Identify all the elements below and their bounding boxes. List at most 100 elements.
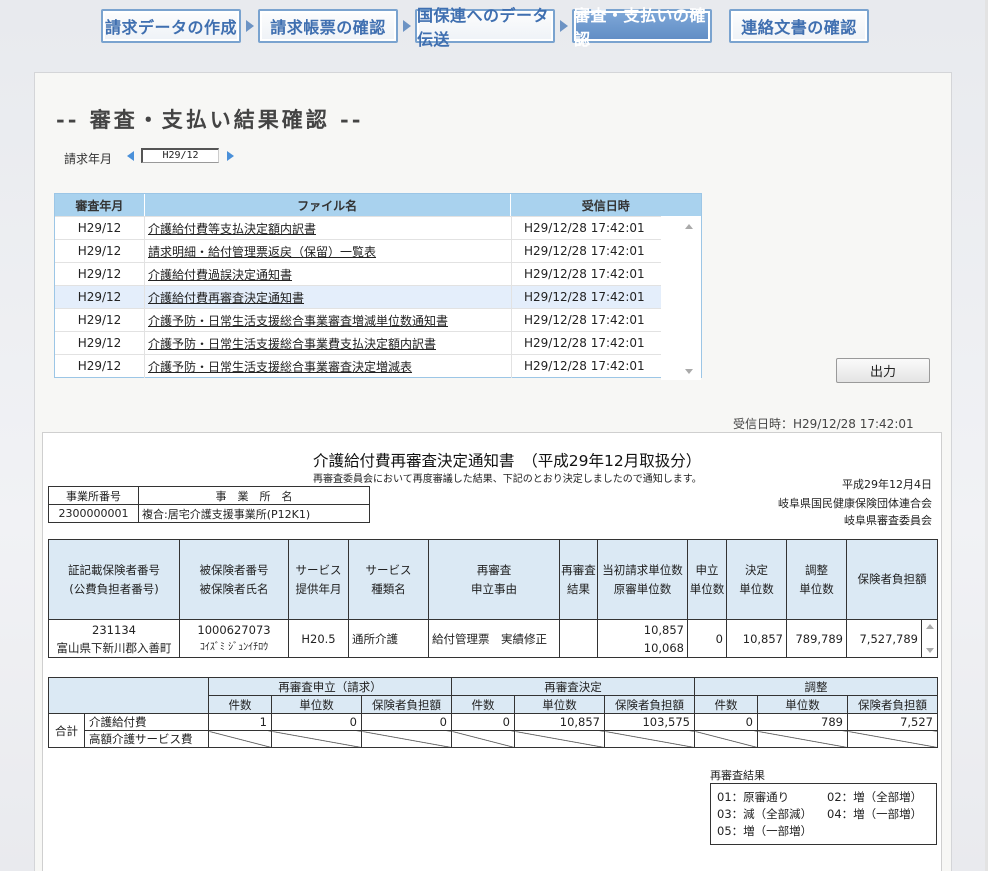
cell-insurer-burden: 7,527,789: [846, 619, 922, 658]
header-adjust-units: 調整 単位数: [786, 539, 847, 620]
review-detail-table: 証記載保険者番号 (公費負担者番号) 被保険者番号 被保険者氏名 サービス 提供年月 …: [48, 539, 938, 658]
header-insurer-line2: (公費負担者番号): [69, 581, 159, 596]
office-number-header: 事業所番号: [48, 486, 139, 505]
nav-review-payment[interactable]: 審査・支払いの確認: [572, 6, 712, 49]
file-link[interactable]: 介護予防・日常生活支援総合事業審査増減単位数通知書: [148, 312, 448, 329]
row-file-name[interactable]: 請求明細・給付管理票返戻（保留）一覧表: [145, 239, 512, 263]
cell-service-type: 通所介護: [348, 619, 429, 658]
summary-value: 7,527: [847, 713, 938, 731]
nav-check-notices[interactable]: 連絡文書の確認: [729, 9, 869, 43]
header-claim-units-line1: 申立: [695, 562, 719, 577]
table-row[interactable]: H29/12 介護予防・日常生活支援総合事業審査増減単位数通知書 H29/12/…: [55, 308, 701, 332]
summary-sub-count: 件数: [208, 695, 272, 714]
cell-adjust-units: 789,789: [786, 619, 847, 658]
legend-item: 05：増（一部増）: [717, 824, 813, 838]
summary-group-decision: 再審査決定: [451, 677, 695, 696]
detail-row[interactable]: 231134 富山県下新川郡入善町 1000627073 ｺｲｽﾞﾐ ｼﾞｭﾝｲﾁﾛ…: [48, 619, 938, 658]
summary-sub-count: 件数: [694, 695, 758, 714]
cell-initial-units: 10,857 10,068: [597, 619, 688, 658]
document-subtitle: 再審査委員会において再度審議した結果、下記のとおり決定しましたので通知します。: [313, 474, 702, 485]
table-row[interactable]: H29/12 介護給付費等支払決定額内訳書 H29/12/28 17:42:01: [55, 216, 701, 240]
header-service-month: サービス 提供年月: [288, 539, 349, 620]
office-number: 2300000001: [48, 504, 139, 523]
nav-data-transmission[interactable]: 国保連へのデータ伝送: [415, 6, 555, 49]
summary-sub-burden: 保険者負担額: [604, 695, 695, 714]
summary-row-high-cost: 高額介護サービス費: [49, 730, 938, 748]
row-received: H29/12/28 17:42:01: [512, 331, 662, 355]
empty-cell-slash: [604, 730, 695, 748]
row-review-month: H29/12: [55, 239, 145, 263]
scroll-down-icon[interactable]: [926, 648, 934, 653]
legend-item: 02：増（全部増）: [827, 790, 923, 804]
table-row[interactable]: H29/12 介護給付費過誤決定通知書 H29/12/28 17:42:01: [55, 262, 701, 286]
row-received: H29/12/28 17:42:01: [512, 216, 662, 240]
column-header-file-name: ファイル名: [145, 194, 511, 216]
file-link[interactable]: 請求明細・給付管理票返戻（保留）一覧表: [148, 243, 376, 260]
header-decided-units-line2: 単位数: [739, 581, 774, 596]
year-month-field[interactable]: H29/12: [141, 148, 219, 163]
header-initial-units-line1: 当初請求単位数: [602, 562, 683, 577]
insurer-name: 富山県下新川郡入善町: [56, 640, 172, 655]
header-claim-units: 申立 単位数: [687, 539, 727, 620]
document-title: 介護給付費再審査決定通知書 （平成29年12月取扱分）: [313, 452, 702, 470]
file-list-table: 審査年月 ファイル名 受信日時 H29/12 介護給付費等支払決定額内訳書 H2…: [54, 193, 702, 380]
empty-cell-slash: [514, 730, 605, 748]
previous-month-icon[interactable]: [127, 151, 134, 161]
next-month-icon[interactable]: [227, 151, 234, 161]
summary-sub-units: 単位数: [757, 695, 848, 714]
header-adjust-units-line1: 調整: [805, 562, 828, 577]
summary-value: 789: [757, 713, 848, 731]
cell-result: [559, 619, 598, 658]
header-reason-line1: 再審査: [476, 562, 512, 577]
row-review-month: H29/12: [55, 285, 145, 309]
scroll-down-icon[interactable]: [685, 369, 693, 374]
column-header-received: 受信日時: [581, 198, 630, 213]
header-insured: 被保険者番号 被保険者氏名: [179, 539, 289, 620]
table-row[interactable]: H29/12 介護予防・日常生活支援総合事業費支払決定額内訳書 H29/12/2…: [55, 331, 701, 355]
legend-item: 01：原審通り: [717, 790, 790, 804]
summary-table: 再審査申立（請求） 再審査決定 調整 件数 単位数 保険者負担額 件数 単位数 …: [48, 677, 938, 748]
nav-arrow-icon: [241, 20, 258, 32]
column-header-review-month: 審査年月: [55, 194, 145, 216]
summary-value: 10,857: [514, 713, 605, 731]
table-row[interactable]: H29/12 請求明細・給付管理票返戻（保留）一覧表 H29/12/28 17:…: [55, 239, 701, 263]
header-service-type-line1: サービス: [365, 562, 412, 577]
row-file-name[interactable]: 介護予防・日常生活支援総合事業費支払決定額内訳書: [145, 331, 512, 355]
file-list-header: 審査年月 ファイル名 受信日時: [55, 194, 701, 216]
year-month-label: 請求年月: [64, 152, 113, 166]
table-row-selected[interactable]: H29/12 介護給付費再審査決定通知書 H29/12/28 17:42:01: [55, 285, 701, 309]
table-row[interactable]: H29/12 介護予防・日常生活支援総合事業審査決定増減表 H29/12/28 …: [55, 354, 701, 378]
cell-insured: 1000627073 ｺｲｽﾞﾐ ｼﾞｭﾝｲﾁﾛｳ: [179, 619, 289, 658]
header-insured-line1: 被保険者番号: [199, 562, 269, 577]
summary-sub-units: 単位数: [514, 695, 605, 714]
output-button[interactable]: 出力: [836, 358, 930, 383]
nav-arrow-icon: [398, 20, 415, 32]
nav-check-billing-forms[interactable]: 請求帳票の確認: [258, 9, 398, 43]
empty-cell-slash: [271, 730, 362, 748]
row-file-name[interactable]: 介護給付費過誤決定通知書: [145, 262, 512, 286]
workflow-nav: 請求データの作成 請求帳票の確認 国保連へのデータ伝送 審査・支払いの確認 連絡…: [101, 6, 869, 49]
summary-value: 0: [694, 713, 758, 731]
row-file-name[interactable]: 介護予防・日常生活支援総合事業審査決定増減表: [145, 354, 512, 378]
file-link[interactable]: 介護予防・日常生活支援総合事業審査決定増減表: [148, 358, 412, 375]
file-link[interactable]: 介護給付費等支払決定額内訳書: [148, 220, 316, 237]
row-file-name[interactable]: 介護給付費等支払決定額内訳書: [145, 216, 512, 240]
detail-scrollbar[interactable]: [921, 619, 938, 658]
empty-cell-slash: [451, 730, 515, 748]
empty-cell-slash: [847, 730, 938, 748]
file-link[interactable]: 介護予防・日常生活支援総合事業費支払決定額内訳書: [148, 335, 436, 352]
row-file-name[interactable]: 介護予防・日常生活支援総合事業審査増減単位数通知書: [145, 308, 512, 332]
scroll-up-icon[interactable]: [685, 224, 693, 229]
file-list-scrollbar[interactable]: [661, 216, 701, 380]
scroll-up-icon[interactable]: [926, 624, 934, 629]
file-link[interactable]: 介護給付費再審査決定通知書: [148, 289, 304, 306]
summary-value: 0: [361, 713, 452, 731]
summary-sub-count: 件数: [451, 695, 515, 714]
row-received: H29/12/28 17:42:01: [512, 239, 662, 263]
empty-cell-slash: [208, 730, 272, 748]
file-link[interactable]: 介護給付費過誤決定通知書: [148, 266, 292, 283]
nav-create-billing-data[interactable]: 請求データの作成: [101, 9, 241, 43]
summary-value: 0: [451, 713, 515, 731]
row-file-name[interactable]: 介護給付費再審査決定通知書: [145, 285, 512, 309]
legend-row: 03：減（全部減） 04：増（一部増）: [717, 806, 930, 823]
